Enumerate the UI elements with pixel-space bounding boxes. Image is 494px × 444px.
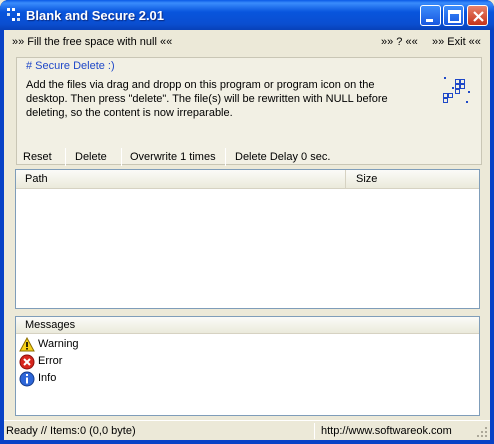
error-icon bbox=[19, 354, 35, 370]
file-list-header: Path Size bbox=[16, 170, 479, 189]
file-list-body[interactable] bbox=[16, 189, 479, 308]
menu-fill-free-space[interactable]: »» Fill the free space with null «« bbox=[12, 36, 172, 48]
menu-bar: »» Fill the free space with null «« »» ?… bbox=[4, 32, 490, 52]
close-button[interactable] bbox=[467, 5, 488, 26]
message-label-error: Error bbox=[38, 355, 63, 367]
window-frame-right bbox=[490, 30, 494, 444]
file-list[interactable]: Path Size bbox=[15, 169, 480, 309]
website-link[interactable]: http://www.softwareok.com bbox=[321, 425, 452, 437]
delete-button[interactable]: Delete bbox=[75, 146, 107, 168]
window-frame-bottom bbox=[0, 440, 494, 444]
info-heading: # Secure Delete :) bbox=[26, 60, 115, 72]
info-icon bbox=[19, 371, 35, 387]
toolbar-separator bbox=[225, 148, 226, 166]
delete-delay-button[interactable]: Delete Delay 0 sec. bbox=[235, 146, 330, 168]
column-header-path[interactable]: Path bbox=[16, 170, 346, 189]
window-title: Blank and Secure 2.01 bbox=[26, 8, 165, 23]
toolbar: Reset Delete Overwrite 1 times Delete De… bbox=[14, 146, 484, 168]
menu-exit[interactable]: »» Exit «« bbox=[432, 36, 481, 48]
title-bar[interactable]: Blank and Secure 2.01 bbox=[0, 0, 494, 30]
toolbar-separator bbox=[121, 148, 122, 166]
app-window: Blank and Secure 2.01 »» Fill the free s… bbox=[0, 0, 494, 444]
maximize-icon bbox=[448, 10, 461, 23]
status-text: Ready // Items:0 (0,0 byte) bbox=[6, 425, 136, 437]
client-area: »» Fill the free space with null «« »» ?… bbox=[4, 30, 490, 440]
messages-header-label: Messages bbox=[25, 319, 76, 331]
column-header-size[interactable]: Size bbox=[347, 170, 479, 189]
overwrite-times-button[interactable]: Overwrite 1 times bbox=[130, 146, 216, 168]
close-icon bbox=[473, 11, 484, 22]
status-divider bbox=[314, 423, 315, 439]
message-label-info: Info bbox=[38, 372, 57, 384]
reset-button[interactable]: Reset bbox=[23, 146, 52, 168]
toolbar-separator bbox=[65, 148, 66, 166]
info-text: Add the files via drag and dropp on this… bbox=[26, 79, 388, 119]
maximize-button[interactable] bbox=[443, 5, 464, 26]
messages-header[interactable]: Messages bbox=[16, 317, 479, 334]
minimize-icon bbox=[426, 19, 433, 22]
message-label-warning: Warning bbox=[38, 338, 79, 350]
messages-list[interactable]: Messages Warning Error Info bbox=[15, 316, 480, 416]
resize-grip-icon[interactable] bbox=[476, 426, 488, 438]
status-bar: Ready // Items:0 (0,0 byte) http://www.s… bbox=[4, 420, 490, 440]
menu-help[interactable]: »» ? «« bbox=[381, 36, 418, 48]
minimize-button[interactable] bbox=[420, 5, 441, 26]
warning-icon bbox=[19, 337, 35, 352]
grid-logo-icon bbox=[443, 77, 470, 103]
app-icon bbox=[7, 8, 20, 21]
